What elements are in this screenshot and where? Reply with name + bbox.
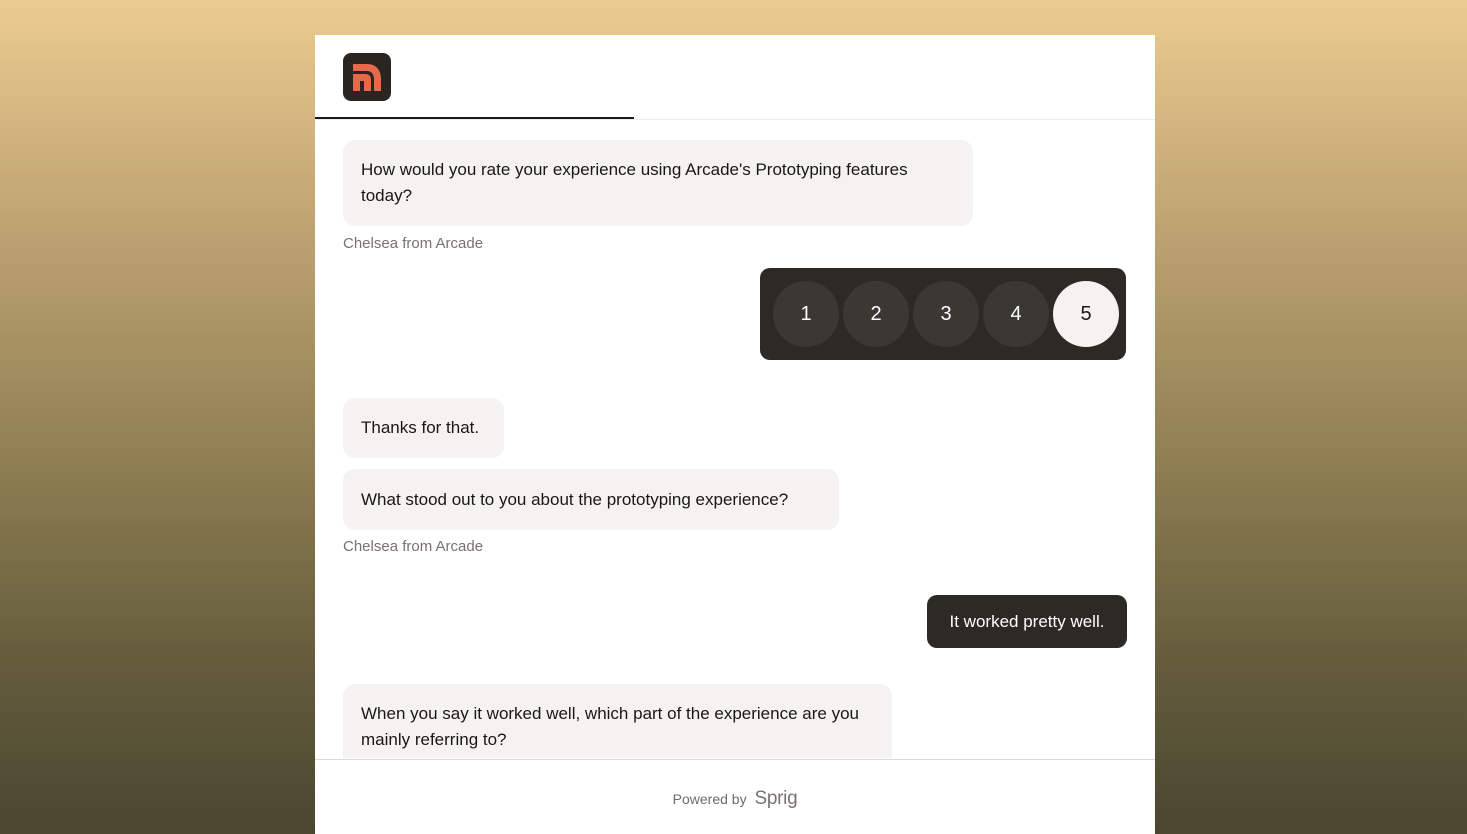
survey-header xyxy=(315,35,1155,120)
survey-card: How would you rate your experience using… xyxy=(315,35,1155,834)
user-reply-bubble: It worked pretty well. xyxy=(927,595,1127,648)
rating-option-2[interactable]: 2 xyxy=(843,281,909,347)
progress-bar xyxy=(315,117,635,119)
conversation: How would you rate your experience using… xyxy=(315,120,1155,758)
question-bubble-3: When you say it worked well, which part … xyxy=(343,684,892,758)
powered-by: Powered by Sprig xyxy=(315,788,1155,810)
footer: Powered by Sprig xyxy=(315,759,1155,834)
powered-by-label: Powered by xyxy=(672,791,747,807)
rating-option-3[interactable]: 3 xyxy=(913,281,979,347)
question-bubble-2: What stood out to you about the prototyp… xyxy=(343,469,839,530)
rating-scale: 1 2 3 4 5 xyxy=(760,268,1126,360)
question-bubble-1: How would you rate your experience using… xyxy=(343,140,973,226)
arcade-logo-icon xyxy=(343,53,391,101)
rating-option-4[interactable]: 4 xyxy=(983,281,1049,347)
sprig-logo[interactable]: Sprig xyxy=(754,788,797,809)
rating-option-1[interactable]: 1 xyxy=(773,281,839,347)
rating-option-5[interactable]: 5 xyxy=(1053,281,1119,347)
sender-label: Chelsea from Arcade xyxy=(343,538,484,555)
thanks-bubble: Thanks for that. xyxy=(343,398,504,458)
sender-label: Chelsea from Arcade xyxy=(343,235,484,252)
